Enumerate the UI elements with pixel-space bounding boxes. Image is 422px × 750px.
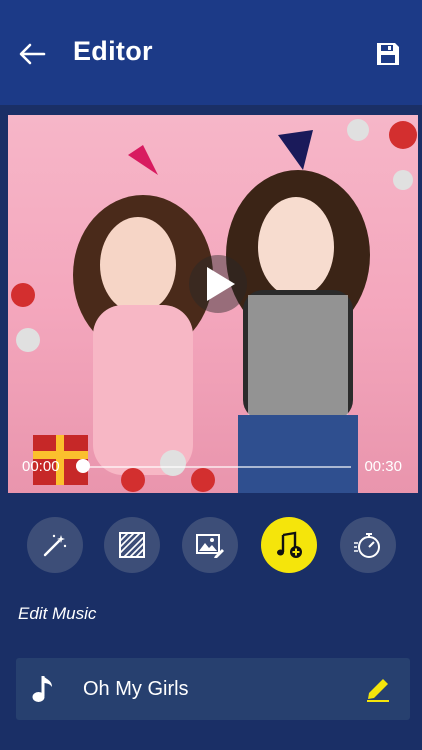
time-current: 00:00 bbox=[22, 458, 60, 475]
timer-speed-icon bbox=[354, 533, 380, 558]
edit-music-label: Edit Music bbox=[18, 604, 97, 623]
music-track-row[interactable]: Oh My Girls bbox=[16, 658, 410, 720]
page-title: Editor bbox=[73, 36, 153, 66]
frame-tool-button[interactable] bbox=[104, 517, 160, 573]
sticker-tool-button[interactable] bbox=[182, 517, 238, 573]
image-edit-icon bbox=[196, 534, 224, 558]
back-button[interactable] bbox=[16, 38, 48, 70]
header: Editor bbox=[0, 0, 422, 105]
play-icon bbox=[207, 267, 235, 301]
play-button[interactable] bbox=[189, 255, 247, 313]
music-add-icon bbox=[277, 531, 302, 558]
track-name: Oh My Girls bbox=[83, 678, 189, 700]
save-button[interactable] bbox=[374, 40, 402, 68]
tool-bar bbox=[0, 517, 422, 573]
pattern-frame-icon bbox=[119, 532, 145, 558]
music-tool-button[interactable] bbox=[261, 517, 317, 573]
pencil-edit-icon[interactable] bbox=[364, 675, 392, 703]
arrow-left-icon bbox=[19, 43, 46, 65]
music-note-icon bbox=[32, 676, 52, 702]
video-preview[interactable]: 00:00 00:30 bbox=[8, 115, 418, 493]
seek-thumb[interactable] bbox=[76, 459, 90, 473]
time-total: 00:30 bbox=[364, 458, 402, 475]
magic-wand-icon bbox=[43, 534, 67, 557]
floppy-save-icon bbox=[377, 43, 399, 65]
speed-tool-button[interactable] bbox=[340, 517, 396, 573]
effects-tool-button[interactable] bbox=[27, 517, 83, 573]
seek-track[interactable] bbox=[83, 466, 351, 468]
